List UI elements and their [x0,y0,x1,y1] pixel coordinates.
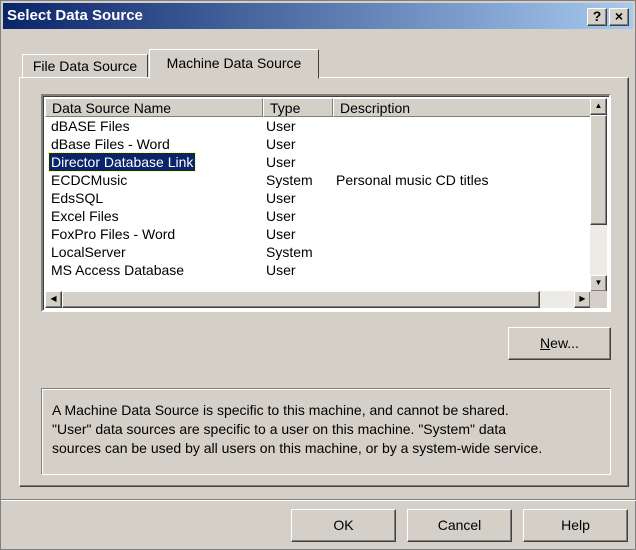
row-name: Excel Files [51,208,119,224]
table-row[interactable]: dBase Files - Word User [45,135,591,153]
row-type: User [266,262,296,278]
row-name: dBASE Files [51,118,130,134]
column-header-name[interactable]: Data Source Name [45,98,263,117]
scrollbar-corner [590,291,607,308]
scroll-up-icon[interactable]: ▲ [590,98,607,115]
vertical-scroll-thumb[interactable] [590,115,607,225]
scroll-down-icon[interactable]: ▼ [590,275,607,292]
description-line: "User" data sources are specific to a us… [52,421,507,437]
row-type: User [266,154,296,170]
new-button[interactable]: New... [508,327,611,360]
table-row[interactable]: Excel Files User [45,207,591,225]
select-data-source-dialog: Select Data Source ? × File Data Source … [0,0,636,550]
row-name: LocalServer [51,244,126,260]
horizontal-scroll-thumb[interactable] [62,291,540,308]
new-button-suffix: ew... [550,335,579,351]
row-name: FoxPro Files - Word [51,226,176,242]
help-title-button[interactable]: ? [587,8,607,26]
list-body: dBASE Files User dBase Files - Word User Dir… [45,117,591,279]
vertical-scrollbar[interactable]: ▲ ▼ [590,98,607,292]
table-row[interactable]: ECDCMusic System Personal music CD titles [45,171,591,189]
row-type: System [266,172,313,188]
window-title: Select Data Source [7,7,143,24]
row-name: EdsSQL [51,190,104,206]
row-name: dBase Files - Word [51,136,170,152]
column-header-description[interactable]: Description [333,98,591,117]
help-button[interactable]: Help [523,509,628,542]
row-description: Personal music CD titles [336,172,489,188]
description-line: A Machine Data Source is specific to thi… [52,402,509,418]
table-row[interactable]: Director Database Link User [45,152,591,172]
row-type: User [266,118,296,134]
list-header: Data Source Name Type Description [45,98,591,117]
column-header-type[interactable]: Type [263,98,333,117]
scroll-right-icon[interactable]: ▶ [574,291,591,308]
row-type: User [266,136,296,152]
table-row[interactable]: dBASE Files User [45,117,591,135]
horizontal-scrollbar[interactable]: ◀ ▶ [45,291,591,308]
row-type: System [266,244,313,260]
description-box: A Machine Data Source is specific to thi… [41,388,611,475]
row-name: MS Access Database [51,262,185,278]
scroll-left-icon[interactable]: ◀ [45,291,62,308]
row-type: User [266,226,296,242]
tab-file-data-source[interactable]: File Data Source [22,54,148,78]
cancel-button[interactable]: Cancel [407,509,512,542]
row-name: ECDCMusic [51,172,128,188]
close-icon[interactable]: × [609,8,629,26]
row-name: Director Database Link [47,152,197,172]
row-type: User [266,208,296,224]
data-source-list[interactable]: Data Source Name Type Description dBASE … [41,94,611,312]
row-type: User [266,190,296,206]
tab-machine-data-source[interactable]: Machine Data Source [149,49,319,79]
table-row[interactable]: EdsSQL User [45,189,591,207]
description-line: sources can be used by all users on this… [52,440,543,456]
ok-button[interactable]: OK [291,509,396,542]
new-button-accelerator: N [540,335,551,351]
title-bar[interactable]: Select Data Source ? × [3,3,633,29]
separator [1,499,636,501]
table-row[interactable]: MS Access Database User [45,261,591,279]
table-row[interactable]: FoxPro Files - Word User [45,225,591,243]
table-row[interactable]: LocalServer System [45,243,591,261]
